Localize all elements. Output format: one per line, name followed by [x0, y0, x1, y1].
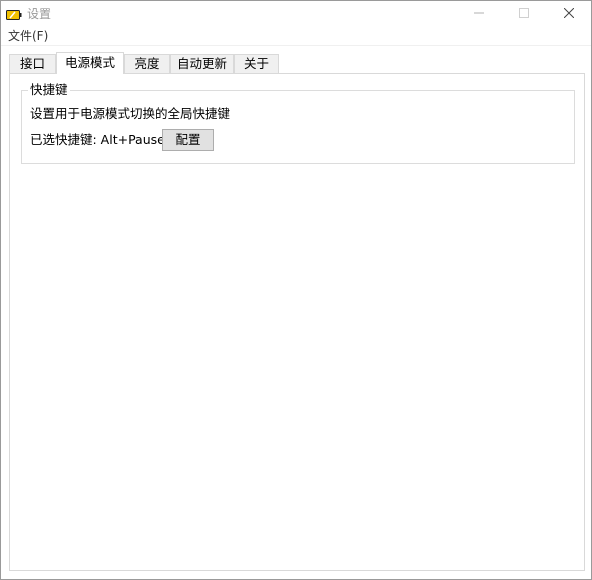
- minimize-icon: [474, 7, 484, 21]
- tab-auto-update[interactable]: 自动更新: [170, 54, 234, 73]
- maximize-icon: [519, 7, 529, 21]
- hotkey-group-title: 快捷键: [28, 82, 70, 98]
- menu-bar: 文件(F): [1, 27, 591, 45]
- window-title: 设置: [27, 7, 52, 21]
- configure-hotkey-button[interactable]: 配置: [162, 129, 214, 151]
- tab-strip: 接口 电源模式 亮度 自动更新 关于: [9, 52, 583, 74]
- tab-interface[interactable]: 接口: [9, 54, 56, 73]
- maximize-button[interactable]: [501, 1, 547, 27]
- selected-hotkey-label: 已选快捷键: Alt+Pause: [30, 132, 165, 147]
- hotkey-description: 设置用于电源模式切换的全局快捷键: [30, 106, 231, 121]
- hotkey-groupbox: 快捷键 设置用于电源模式切换的全局快捷键 已选快捷键: Alt+Pause 配置: [21, 82, 575, 164]
- tab-power-mode[interactable]: 电源模式: [56, 52, 124, 74]
- settings-window: 设置 文件(F) 接口 电源模式 亮度 自动更新 关于 快捷键 设置用于电源模式…: [0, 0, 592, 580]
- minimize-button[interactable]: [456, 1, 502, 27]
- close-icon: [563, 7, 575, 21]
- menu-divider: [1, 45, 591, 46]
- menu-file[interactable]: 文件(F): [8, 28, 48, 44]
- title-bar[interactable]: 设置: [1, 1, 591, 27]
- tab-brightness[interactable]: 亮度: [124, 54, 170, 73]
- battery-icon: [6, 9, 22, 20]
- power-mode-panel: 快捷键 设置用于电源模式切换的全局快捷键 已选快捷键: Alt+Pause 配置: [9, 73, 585, 571]
- close-button[interactable]: [546, 1, 591, 27]
- tab-about[interactable]: 关于: [234, 54, 279, 73]
